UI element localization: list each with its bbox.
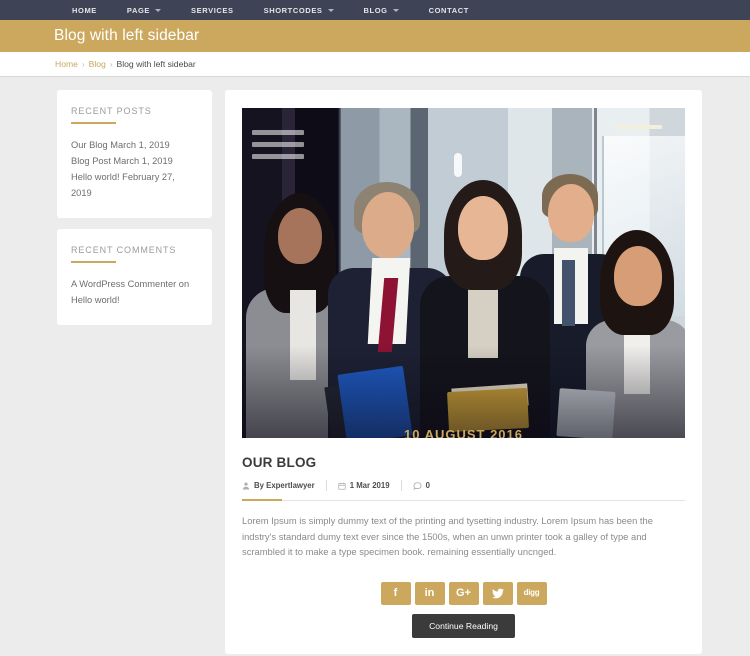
continue-reading-button[interactable]: Continue Reading: [412, 613, 515, 638]
breadcrumb-item-current: Blog with left sidebar: [116, 59, 196, 69]
page-title-band: Blog with left sidebar: [0, 20, 750, 52]
widget-title: RECENT POSTS: [71, 106, 152, 116]
post-featured-image[interactable]: 10 AUGUST 2016: [242, 108, 685, 438]
nav-item-label: SERVICES: [191, 5, 234, 15]
post-meta: By Expertlawyer 1 Mar 2019 0: [242, 480, 685, 501]
blog-post: 10 AUGUST 2016 OUR BLOG By Expertlawyer …: [225, 90, 702, 654]
list-item[interactable]: Hello world! February 27, 2019: [71, 169, 198, 201]
calendar-icon: [338, 482, 346, 490]
twitter-bird-glyph: [491, 588, 504, 598]
nav-item-label: CONTACT: [428, 5, 469, 15]
list-item[interactable]: A WordPress Commenter on Hello world!: [71, 276, 198, 308]
breadcrumb-separator: ›: [81, 59, 85, 69]
widget-recent-posts: RECENT POSTS Our Blog March 1, 2019 Blog…: [57, 90, 212, 218]
linkedin-icon[interactable]: in: [414, 581, 445, 605]
facebook-glyph: f: [393, 586, 398, 599]
chevron-down-icon: [155, 8, 162, 12]
widget-recent-comments: RECENT COMMENTS A WordPress Commenter on…: [57, 229, 212, 325]
recent-posts-list: Our Blog March 1, 2019 Blog Post March 1…: [71, 137, 198, 201]
linkedin-glyph: in: [424, 586, 435, 599]
nav-item-blog[interactable]: BLOG: [364, 6, 418, 15]
widget-title: RECENT COMMENTS: [71, 245, 177, 255]
twitter-icon[interactable]: [482, 581, 513, 605]
user-icon: [242, 482, 250, 490]
post-date: 1 Mar 2019: [338, 481, 401, 490]
comment-icon: [412, 481, 422, 490]
nav-item-services[interactable]: SERVICES: [191, 6, 253, 15]
meta-divider: [325, 480, 327, 491]
list-item[interactable]: Blog Post March 1, 2019: [71, 153, 198, 169]
nav-item-home[interactable]: HOME: [72, 6, 116, 15]
post-excerpt: Lorem Ipsum is simply dummy text of the …: [242, 515, 653, 557]
nav-item-shortcodes[interactable]: SHORTCODES: [264, 6, 353, 15]
post-date-label: 1 Mar 2019: [349, 481, 390, 490]
post-author[interactable]: By Expertlawyer: [242, 481, 326, 490]
nav-item-page[interactable]: PAGE: [127, 6, 180, 15]
main-navigation: HOME PAGE SERVICES SHORTCODES BLOG CONTA…: [0, 0, 750, 20]
facebook-icon[interactable]: f: [380, 581, 411, 605]
page-title: Blog with left sidebar: [54, 27, 200, 44]
post-comment-count[interactable]: 0: [412, 481, 441, 490]
post-comment-label: 0: [425, 481, 430, 490]
digg-icon[interactable]: digg: [516, 581, 547, 605]
recent-comments-list: A WordPress Commenter on Hello world!: [71, 276, 198, 308]
nav-item-contact[interactable]: CONTACT: [429, 6, 469, 15]
chevron-down-icon: [392, 8, 399, 12]
googleplus-icon[interactable]: G+: [448, 581, 479, 605]
post-title[interactable]: OUR BLOG: [242, 455, 685, 470]
breadcrumb-separator: ›: [109, 59, 113, 69]
chevron-down-icon: [327, 8, 334, 12]
nav-item-label: HOME: [72, 5, 97, 15]
nav-item-label: BLOG: [363, 5, 388, 15]
widget-underline: [71, 122, 116, 124]
left-sidebar: RECENT POSTS Our Blog March 1, 2019 Blog…: [57, 90, 212, 656]
continue-reading-wrap: Continue Reading: [242, 613, 685, 638]
breadcrumb: Home › Blog › Blog with left sidebar: [0, 52, 750, 77]
breadcrumb-item-home[interactable]: Home: [55, 59, 78, 69]
social-share-bar: f in G+ digg: [242, 581, 685, 605]
breadcrumb-item-blog[interactable]: Blog: [89, 59, 106, 69]
digg-glyph: digg: [523, 588, 540, 597]
image-overlay-gradient: [242, 108, 685, 438]
nav-item-label: PAGE: [126, 5, 151, 15]
meta-divider: [400, 480, 402, 491]
image-date-overlay: 10 AUGUST 2016: [403, 427, 523, 438]
content-area: 10 AUGUST 2016 OUR BLOG By Expertlawyer …: [225, 90, 702, 656]
post-author-label: By Expertlawyer: [254, 481, 315, 490]
widget-underline: [71, 261, 116, 263]
list-item[interactable]: Our Blog March 1, 2019: [71, 137, 198, 153]
nav-item-label: SHORTCODES: [263, 5, 323, 15]
googleplus-glyph: G+: [456, 586, 471, 599]
page-body: RECENT POSTS Our Blog March 1, 2019 Blog…: [0, 77, 750, 656]
